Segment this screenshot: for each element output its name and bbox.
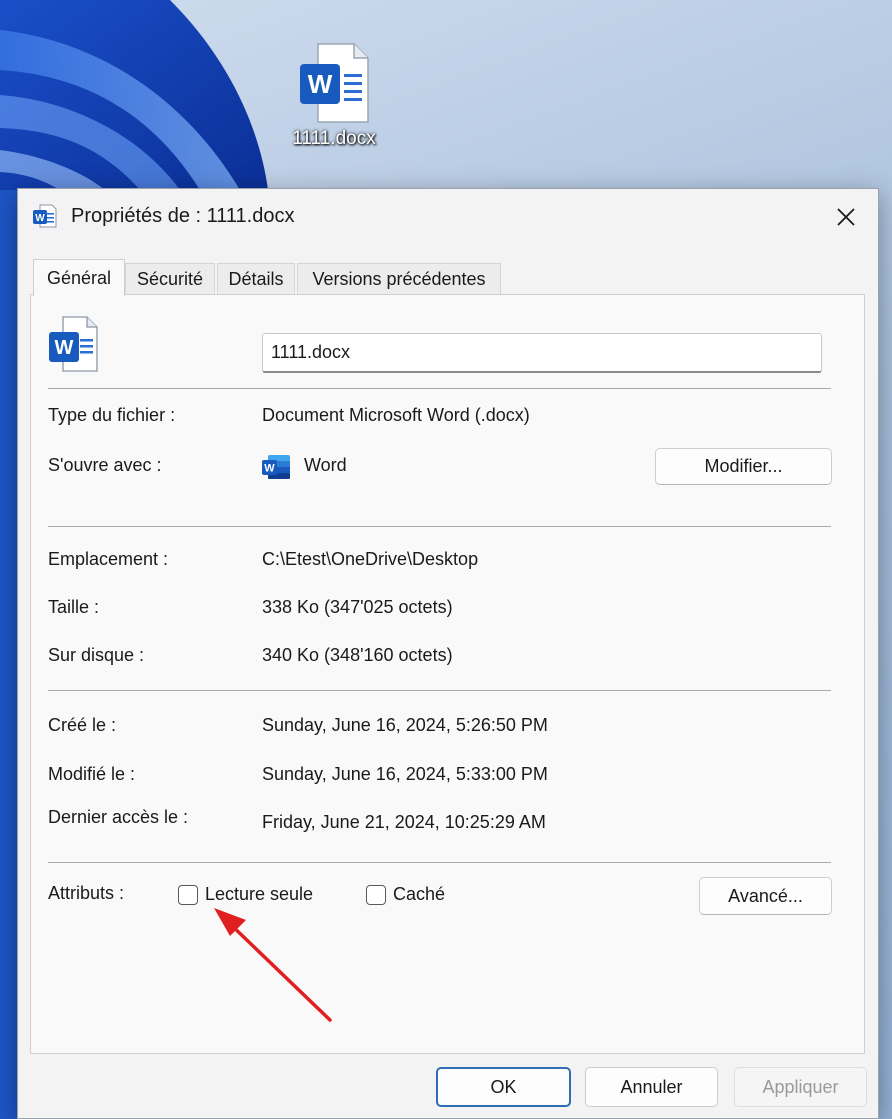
advanced-button[interactable]: Avancé... (699, 877, 832, 915)
properties-dialog: W Propriétés de : 1111.docx Général Sécu… (17, 188, 879, 1119)
modified-value: Sunday, June 16, 2024, 5:33:00 PM (262, 764, 548, 784)
readonly-checkbox[interactable]: Lecture seule (178, 884, 313, 905)
size-value: 338 Ko (347'025 octets) (262, 597, 453, 617)
svg-text:W: W (308, 69, 333, 99)
separator (48, 388, 831, 389)
cancel-button[interactable]: Annuler (585, 1067, 718, 1107)
tab-previous-versions[interactable]: Versions précédentes (297, 263, 501, 295)
file-type-large-icon: W (47, 315, 101, 380)
file-type-value: Document Microsoft Word (.docx) (262, 405, 530, 425)
opens-with-label: S'ouvre avec : (48, 455, 162, 475)
tab-general[interactable]: Général (33, 259, 125, 296)
word-app-icon: W (260, 451, 292, 488)
accessed-value: Friday, June 21, 2024, 10:25:29 AM (262, 812, 546, 832)
desktop-file-label: 1111.docx (292, 128, 376, 149)
ok-button[interactable]: OK (436, 1067, 571, 1107)
disk-size-value: 340 Ko (348'160 octets) (262, 645, 453, 665)
modified-label: Modifié le : (48, 764, 136, 784)
location-label: Emplacement : (48, 549, 169, 569)
word-document-icon: W (300, 43, 369, 123)
separator (48, 526, 831, 527)
general-panel: W Type du fichier : Document Microsoft W… (30, 294, 865, 1054)
svg-text:W: W (35, 213, 45, 224)
file-type-label: Type du fichier : (48, 405, 176, 425)
accessed-label: Dernier accès le : (48, 807, 189, 827)
readonly-checkbox-box[interactable] (178, 884, 198, 905)
separator (48, 690, 831, 691)
size-label: Taille : (48, 597, 100, 617)
desktop-file-icon[interactable]: W 1111.docx (270, 40, 398, 150)
close-icon (837, 208, 855, 226)
tab-security[interactable]: Sécurité (125, 263, 215, 295)
created-value: Sunday, June 16, 2024, 5:26:50 PM (262, 715, 548, 735)
svg-text:W: W (264, 463, 275, 475)
apply-button[interactable]: Appliquer (734, 1067, 867, 1107)
file-name-input[interactable] (262, 333, 822, 373)
opens-with-value: Word (304, 455, 347, 475)
attributes-label: Attributs : (48, 883, 125, 903)
close-button[interactable] (814, 189, 878, 245)
svg-text:W: W (55, 337, 74, 359)
hidden-checkbox[interactable]: Caché (366, 884, 445, 905)
separator (48, 862, 831, 863)
word-icon: W (32, 203, 58, 234)
location-value: C:\Etest\OneDrive\Desktop (262, 549, 479, 569)
dialog-title: Propriétés de : 1111.docx (71, 205, 295, 227)
readonly-checkbox-label: Lecture seule (205, 884, 314, 904)
hidden-checkbox-label: Caché (393, 884, 446, 904)
created-label: Créé le : (48, 715, 117, 735)
hidden-checkbox-box[interactable] (366, 884, 386, 905)
tab-details[interactable]: Détails (217, 263, 295, 295)
dialog-titlebar[interactable]: W Propriétés de : 1111.docx (18, 189, 878, 245)
disk-size-label: Sur disque : (48, 645, 145, 665)
change-button[interactable]: Modifier... (655, 448, 832, 485)
